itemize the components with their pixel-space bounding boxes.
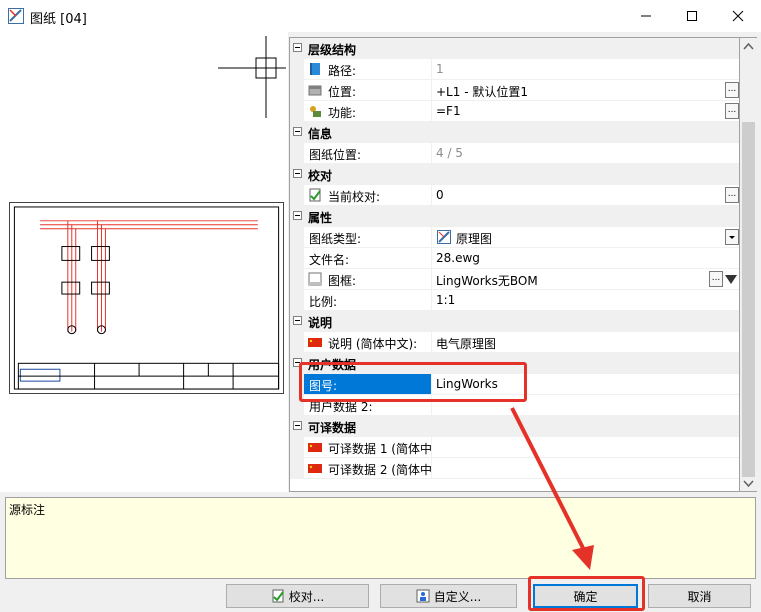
frame-browse-button[interactable]: ... [709,271,723,287]
scroll-up-icon[interactable] [743,42,754,50]
row-drawing-number[interactable]: 图号: LingWorks [290,374,739,395]
section-info[interactable]: 信息 [290,122,739,143]
row-user-data-2[interactable]: 用户数据 2: [290,395,739,416]
row-location[interactable]: 位置: +L1 - 默认位置1... [290,80,739,101]
section-translatable-data[interactable]: 可译数据 [290,416,739,437]
close-button[interactable] [715,0,761,32]
collapse-icon[interactable] [293,421,302,430]
sheet-app-icon [8,8,24,24]
row-sheet-position[interactable]: 图纸位置: 4 / 5 [290,143,739,164]
triangle-down-icon [725,275,737,284]
window-title: 图纸 [04] [30,12,87,27]
frame-icon [308,272,322,286]
crosshair-icon [218,36,286,118]
property-grid: 层级结构 路径: 1 位置: +L1 - 默认位置1... 功能: =F1...… [289,37,740,492]
location-icon [308,85,322,96]
property-grid-scrollbar[interactable] [740,37,757,492]
schematic-icon [437,230,451,244]
minimize-icon [641,15,651,17]
flag-china-icon [308,464,322,473]
collapse-icon[interactable] [293,43,302,52]
collapse-icon[interactable] [293,316,302,325]
source-annotation-panel[interactable]: 源标注 [5,497,756,579]
customize-button[interactable]: 自定义... [380,584,517,608]
scroll-down-icon[interactable] [743,480,754,488]
function-icon [310,106,321,117]
row-function[interactable]: 功能: =F1... [290,101,739,122]
function-browse-button[interactable]: ... [725,103,739,119]
cancel-button[interactable]: 取消 [648,584,751,608]
checklist-icon [309,188,321,202]
maximize-button[interactable] [669,0,715,32]
section-user-data[interactable]: 用户数据 [290,353,739,374]
frame-dropdown[interactable] [723,271,739,287]
row-sheet-type[interactable]: 图纸类型: 原理图 [290,227,739,248]
collapse-icon[interactable] [293,358,302,367]
source-annotation-label: 源标注 [9,503,46,517]
proof-button[interactable]: 校对... [226,584,369,608]
collapse-icon[interactable] [293,127,302,136]
sheet-thumbnail [9,202,284,394]
sheet-type-dropdown[interactable] [725,229,739,245]
section-properties[interactable]: 属性 [290,206,739,227]
row-filename[interactable]: 文件名: 28.ewg [290,248,739,269]
row-current-proof[interactable]: 当前校对: 0... [290,185,739,206]
row-scale[interactable]: 比例: 1:1 [290,290,739,311]
user-card-icon [416,589,430,603]
collapse-icon[interactable] [293,211,302,220]
section-description[interactable]: 说明 [290,311,739,332]
scrollbar-thumb[interactable] [742,122,755,477]
flag-china-icon [308,338,322,347]
row-translatable-2[interactable]: 可译数据 2 (简体中 [290,458,739,479]
maximize-icon [687,11,697,21]
row-description[interactable]: 说明 (简体中文): 电气原理图 [290,332,739,353]
checklist-icon [272,589,284,603]
row-translatable-1[interactable]: 可译数据 1 (简体中 [290,437,739,458]
book-icon [310,63,320,75]
section-hierarchy[interactable]: 层级结构 [290,38,739,59]
row-frame[interactable]: 图框: LingWorks无BOM ... [290,269,739,290]
chevron-down-icon [729,236,735,239]
location-browse-button[interactable]: ... [725,82,739,98]
ok-button[interactable]: 确定 [533,584,638,608]
section-proof[interactable]: 校对 [290,164,739,185]
sheet-preview-pane [0,32,288,492]
row-path[interactable]: 路径: 1 [290,59,739,80]
collapse-icon[interactable] [293,169,302,178]
proof-browse-button[interactable]: ... [725,187,739,203]
minimize-button[interactable] [623,0,669,32]
title-bar: 图纸 [04] [0,0,761,32]
flag-china-icon [308,443,322,452]
close-icon [732,10,744,22]
